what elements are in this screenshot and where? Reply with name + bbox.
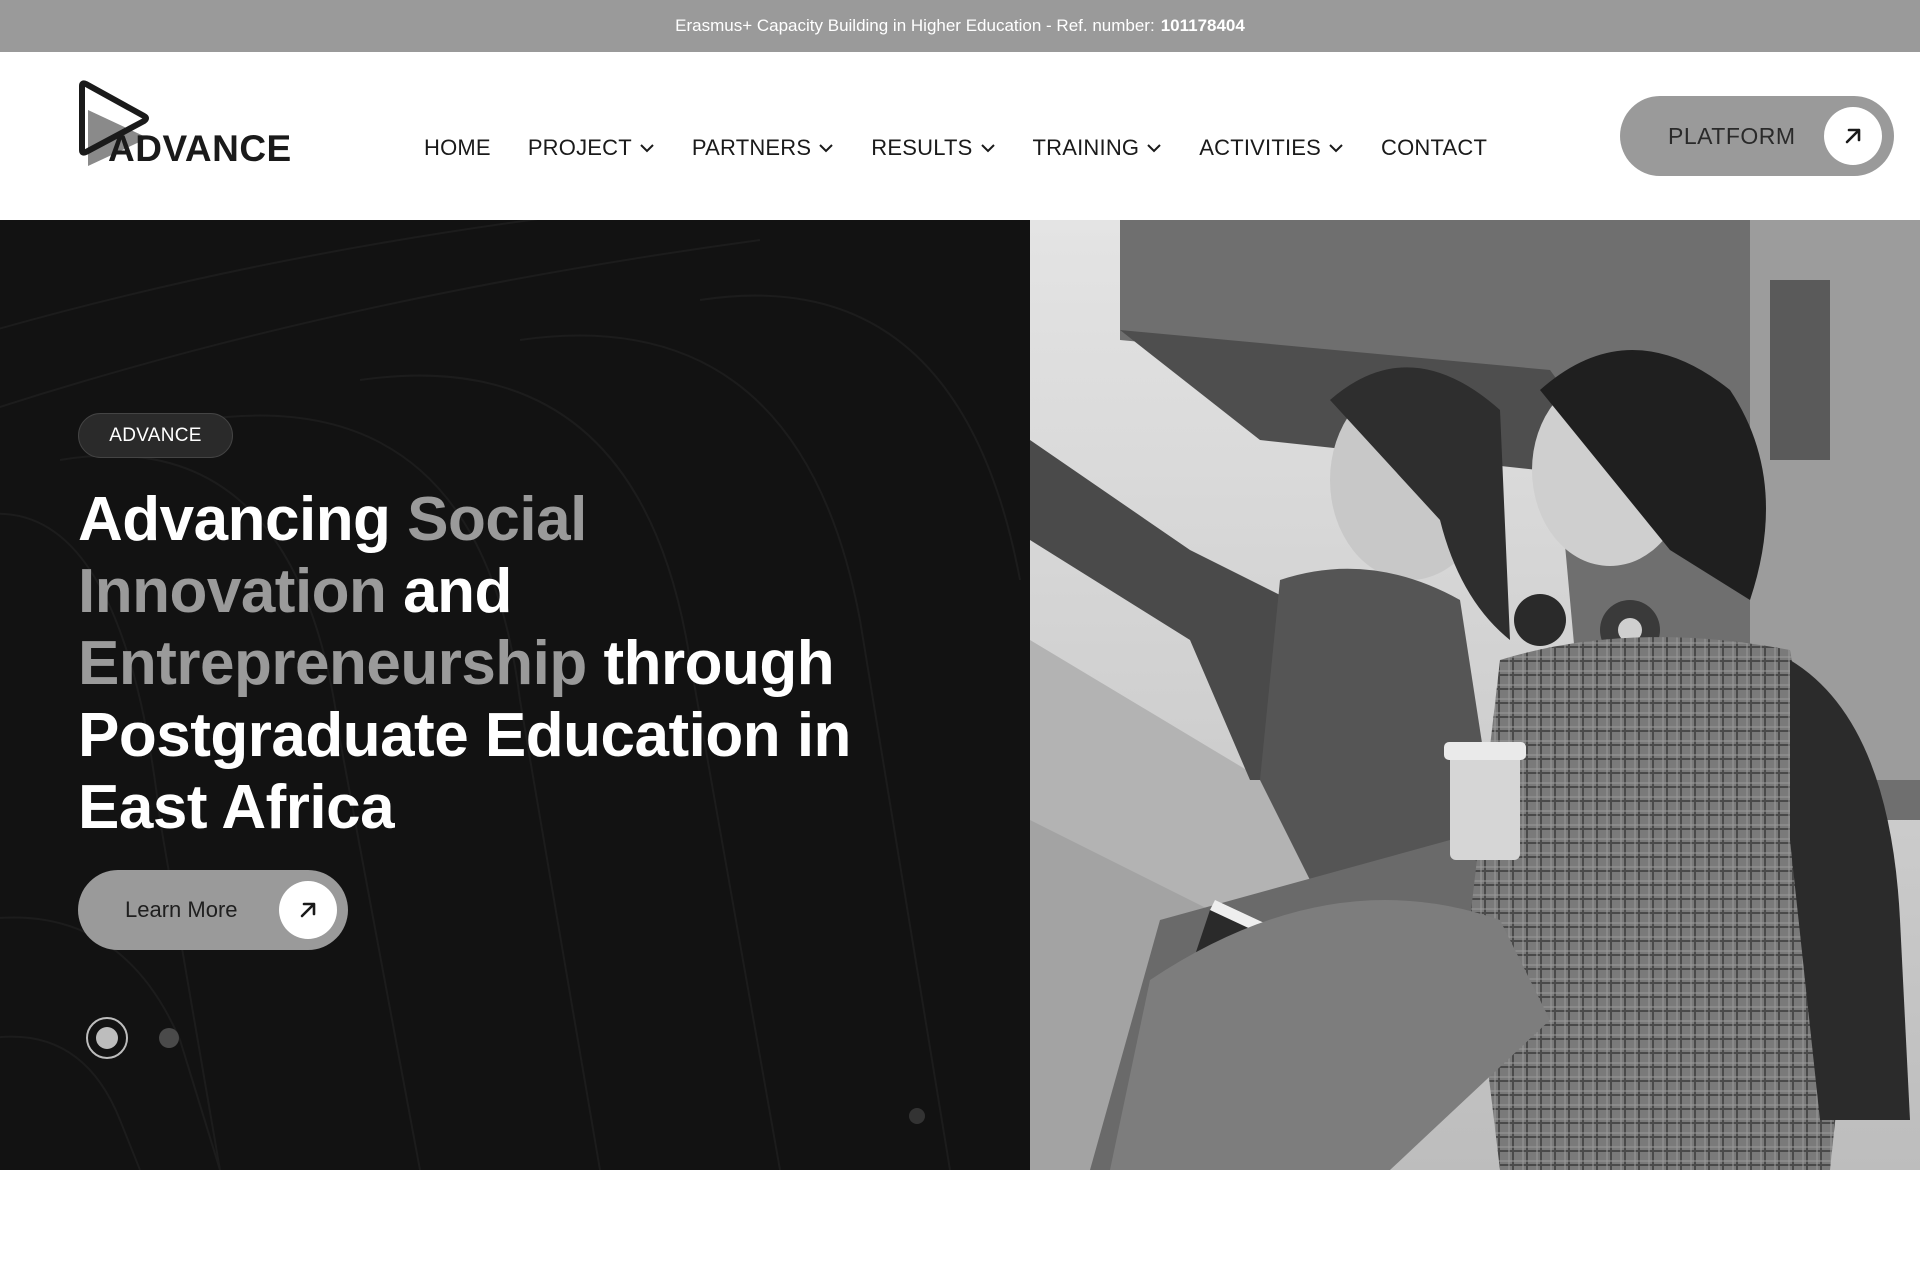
announcement-text: Erasmus+ Capacity Building in Higher Edu… (675, 16, 1155, 35)
nav-item-results[interactable]: RESULTS (871, 135, 995, 161)
slider-dot-2[interactable] (159, 1028, 179, 1048)
platform-button[interactable]: PLATFORM (1620, 96, 1894, 176)
nav-label: RESULTS (871, 135, 973, 160)
nav-label: PROJECT (527, 135, 632, 160)
site-header: ADVANCE HOME PROJECT PARTNERS RESULTS TR… (0, 52, 1920, 220)
nav-item-partners[interactable]: PARTNERS (692, 135, 834, 161)
arrow-up-right-icon (1824, 107, 1882, 165)
hero-tag: ADVANCE (78, 413, 233, 458)
nav-label: HOME (424, 135, 491, 160)
chevron-down-icon (1147, 144, 1161, 153)
hero-photo (1030, 220, 1920, 1170)
nav-item-activities[interactable]: ACTIVITIES (1199, 135, 1344, 161)
learn-more-button[interactable]: Learn More (78, 870, 348, 950)
platform-button-label: PLATFORM (1668, 122, 1796, 149)
learn-more-label: Learn More (125, 897, 238, 922)
students-photo (1030, 220, 1920, 1170)
chevron-down-icon (980, 144, 995, 153)
nav-label: ACTIVITIES (1199, 135, 1322, 160)
main-navigation: HOME PROJECT PARTNERS RESULTS TRAINING A… (424, 135, 1487, 161)
nav-label: CONTACT (1381, 135, 1488, 160)
headline-highlight: Entrepreneurship (78, 629, 587, 698)
chevron-down-icon (640, 144, 654, 153)
arrow-up-right-icon (279, 881, 337, 939)
nav-item-contact[interactable]: CONTACT (1381, 135, 1487, 161)
headline-part: Advancing (78, 485, 408, 554)
announcement-bar: Erasmus+ Capacity Building in Higher Edu… (0, 0, 1920, 52)
nav-item-home[interactable]: HOME (424, 135, 491, 161)
chevron-down-icon (1329, 144, 1343, 153)
reference-number: 101178404 (1160, 16, 1245, 35)
nav-item-project[interactable]: PROJECT (528, 135, 655, 161)
headline-part: and (386, 557, 512, 626)
decorative-dot (909, 1108, 925, 1124)
logo-wordmark: ADVANCE (108, 128, 292, 169)
hero-headline: Advancing Social Innovation and Entrepre… (78, 484, 898, 844)
chevron-down-icon (819, 144, 833, 153)
nav-item-training[interactable]: TRAINING (1033, 135, 1163, 161)
nav-label: TRAINING (1032, 135, 1140, 160)
nav-label: PARTNERS (691, 135, 812, 160)
page-content-area (0, 1170, 1920, 1280)
slider-dot-1[interactable] (86, 1017, 128, 1059)
site-logo[interactable]: ADVANCE (78, 76, 298, 172)
